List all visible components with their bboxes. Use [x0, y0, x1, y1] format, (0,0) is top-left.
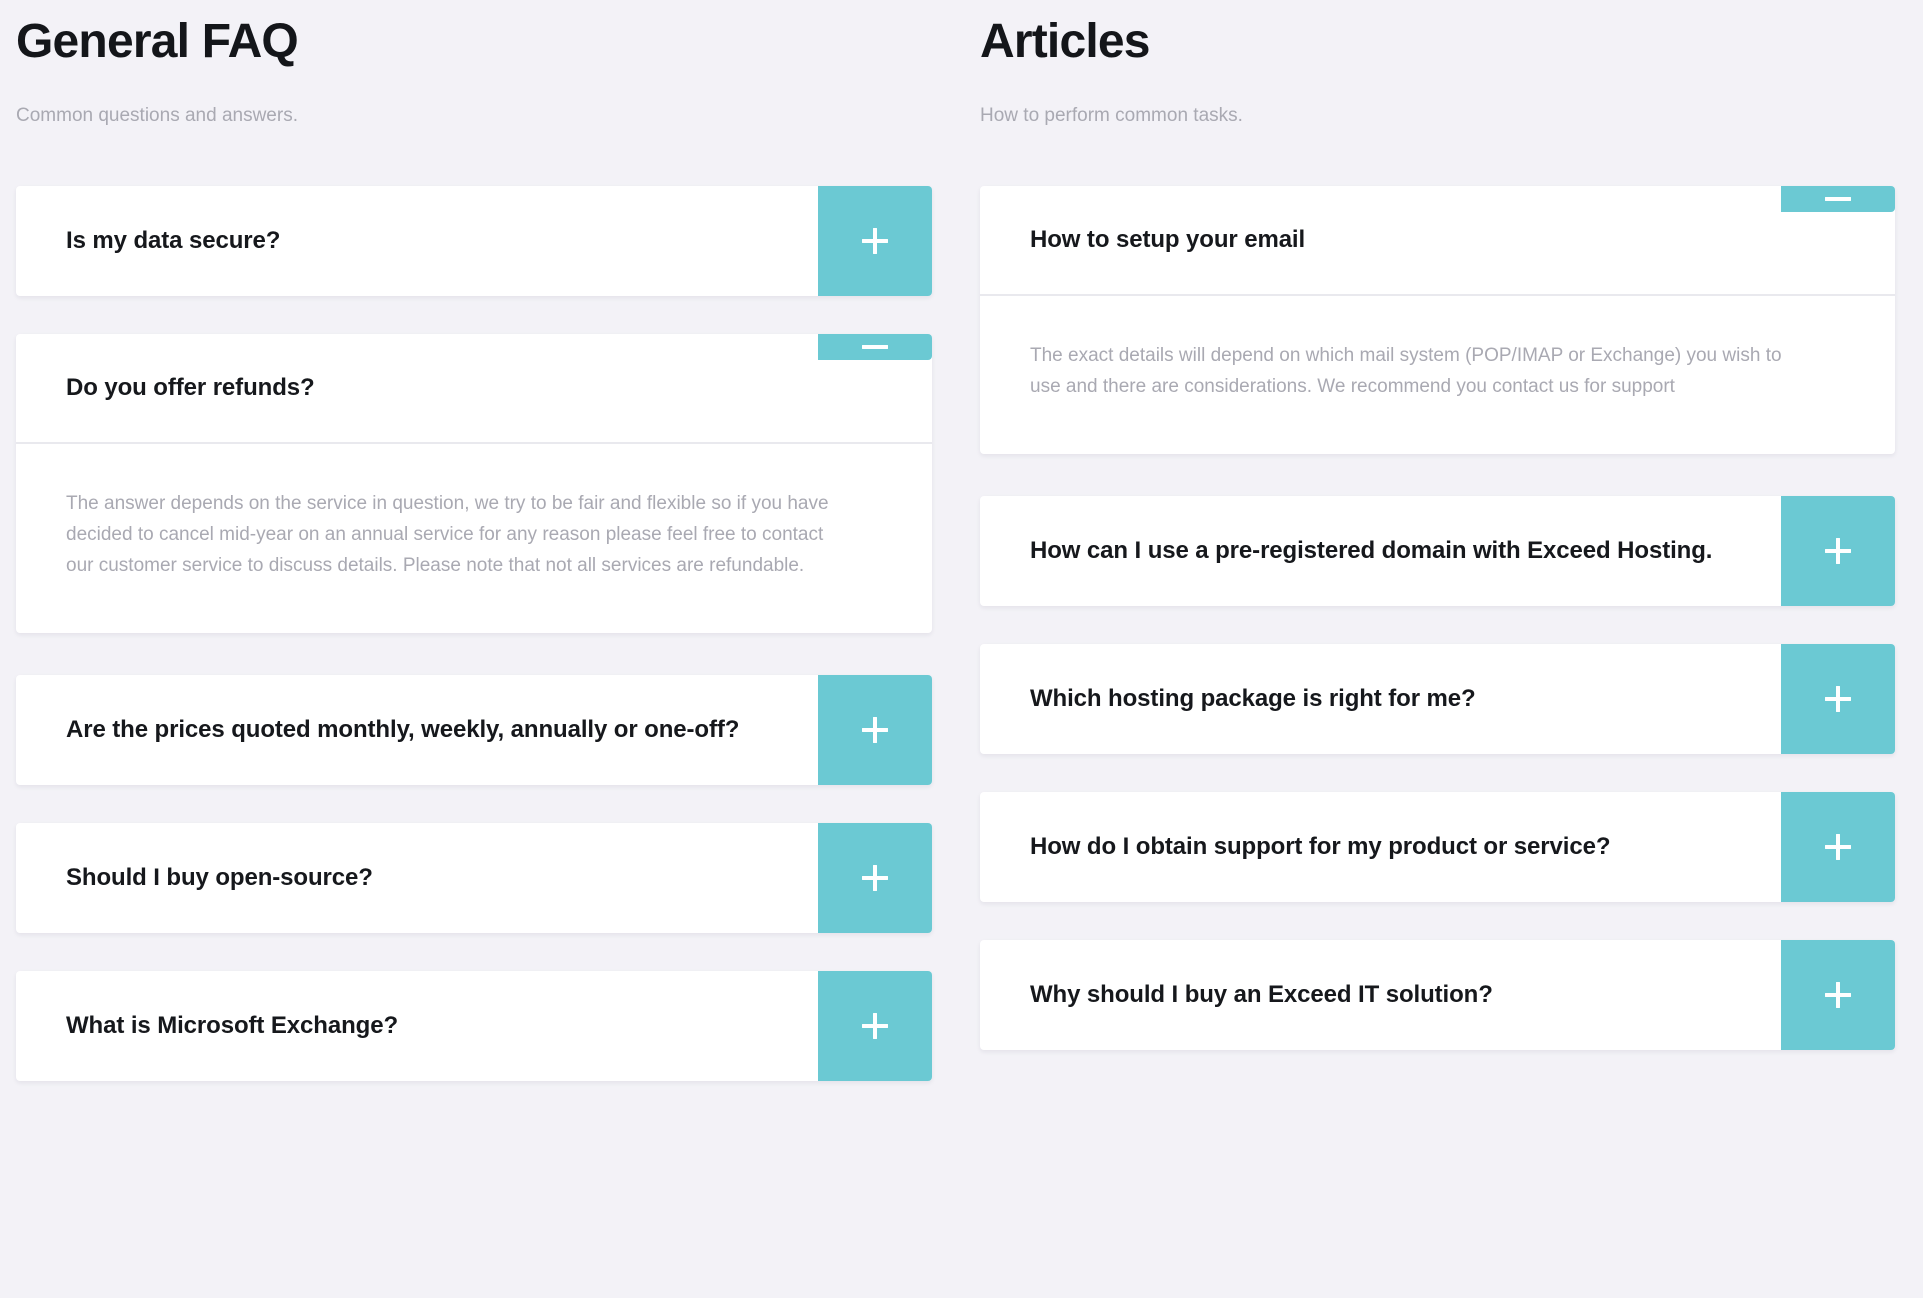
plus-icon [1825, 538, 1851, 565]
column-general-faq: General FAQ Common questions and answers… [0, 0, 980, 1298]
accordion-header[interactable]: How to setup your email [980, 185, 1895, 296]
accordion-articles: How to setup your email The exact details… [980, 185, 1895, 1088]
plus-icon [1825, 686, 1851, 713]
general-faq-subtitle: Common questions and answers. [16, 105, 298, 127]
column-articles: Articles How to perform common tasks. Ho… [980, 0, 1923, 1298]
accordion-item: How to setup your email The exact details… [980, 185, 1895, 455]
accordion-item: Is my data secure? [16, 185, 932, 296]
accordion-header[interactable]: Why should I buy an Exceed IT solution? [980, 940, 1895, 1051]
accordion-toggle-button[interactable] [1781, 940, 1895, 1051]
accordion-toggle-button[interactable] [1781, 496, 1895, 607]
plus-icon [862, 227, 888, 254]
accordion-toggle-button[interactable] [1781, 644, 1895, 755]
accordion-item: Which hosting package is right for me? [980, 644, 1895, 755]
page-title-articles: Articles [980, 15, 1150, 68]
accordion-question: Which hosting package is right for me? [1030, 685, 1476, 713]
accordion-header[interactable]: Which hosting package is right for me? [980, 644, 1895, 755]
accordion-answer: The exact details will depend on which m… [1030, 344, 1782, 397]
general-faq-header: General FAQ Common questions and answers… [16, 0, 932, 130]
accordion-toggle-button[interactable] [818, 333, 932, 360]
accordion-header[interactable]: Should I buy open-source? [16, 823, 932, 934]
accordion-question: Are the prices quoted monthly, weekly, a… [66, 716, 740, 744]
accordion-toggle-button[interactable] [818, 675, 932, 786]
accordion-header[interactable]: Do you offer refunds? [16, 333, 932, 444]
accordion-toggle-button[interactable] [818, 185, 932, 296]
accordion-item: Why should I buy an Exceed IT solution? [980, 940, 1895, 1051]
accordion-panel: The answer depends on the service in que… [16, 444, 932, 633]
accordion-question: Is my data secure? [66, 226, 281, 254]
page-title-general-faq: General FAQ [16, 15, 299, 68]
plus-icon [1825, 834, 1851, 861]
accordion-header[interactable]: What is Microsoft Exchange? [16, 971, 932, 1082]
accordion-question: How can I use a pre-registered domain wi… [1030, 537, 1713, 565]
accordion-item: How can I use a pre-registered domain wi… [980, 496, 1895, 607]
accordion-item: Should I buy open-source? [16, 823, 932, 934]
accordion-question: How do I obtain support for my product o… [1030, 833, 1611, 861]
accordion-header[interactable]: How do I obtain support for my product o… [980, 792, 1895, 903]
accordion-item: How do I obtain support for my product o… [980, 792, 1895, 903]
articles-subtitle: How to perform common tasks. [980, 105, 1243, 127]
accordion-toggle-button[interactable] [1781, 185, 1895, 212]
accordion-toggle-button[interactable] [818, 823, 932, 934]
accordion-question: What is Microsoft Exchange? [66, 1012, 399, 1040]
accordion-header[interactable]: Is my data secure? [16, 185, 932, 296]
minus-icon [862, 334, 888, 360]
accordion-item: Are the prices quoted monthly, weekly, a… [16, 675, 932, 786]
accordion-toggle-button[interactable] [1781, 792, 1895, 903]
accordion-general-faq: Is my data secure? Do you offer refunds? T… [16, 185, 932, 1119]
plus-icon [862, 865, 888, 892]
accordion-question: How to setup your email [1030, 225, 1306, 253]
accordion-question: Do you offer refunds? [66, 373, 315, 401]
minus-icon [1825, 186, 1851, 212]
plus-icon [862, 1013, 888, 1040]
accordion-question: Should I buy open-source? [66, 864, 373, 892]
plus-icon [862, 717, 888, 744]
accordion-header[interactable]: Are the prices quoted monthly, weekly, a… [16, 675, 932, 786]
accordion-answer: The answer depends on the service in que… [66, 492, 829, 577]
articles-header: Articles How to perform common tasks. [980, 0, 1895, 130]
accordion-panel: The exact details will depend on which m… [980, 296, 1895, 454]
accordion-question: Why should I buy an Exceed IT solution? [1030, 981, 1493, 1009]
accordion-item: Do you offer refunds? The answer depends … [16, 333, 932, 634]
accordion-header[interactable]: How can I use a pre-registered domain wi… [980, 496, 1895, 607]
accordion-toggle-button[interactable] [818, 971, 932, 1082]
plus-icon [1825, 982, 1851, 1009]
faq-page: General FAQ Common questions and answers… [0, 0, 1923, 1298]
accordion-item: What is Microsoft Exchange? [16, 971, 932, 1082]
